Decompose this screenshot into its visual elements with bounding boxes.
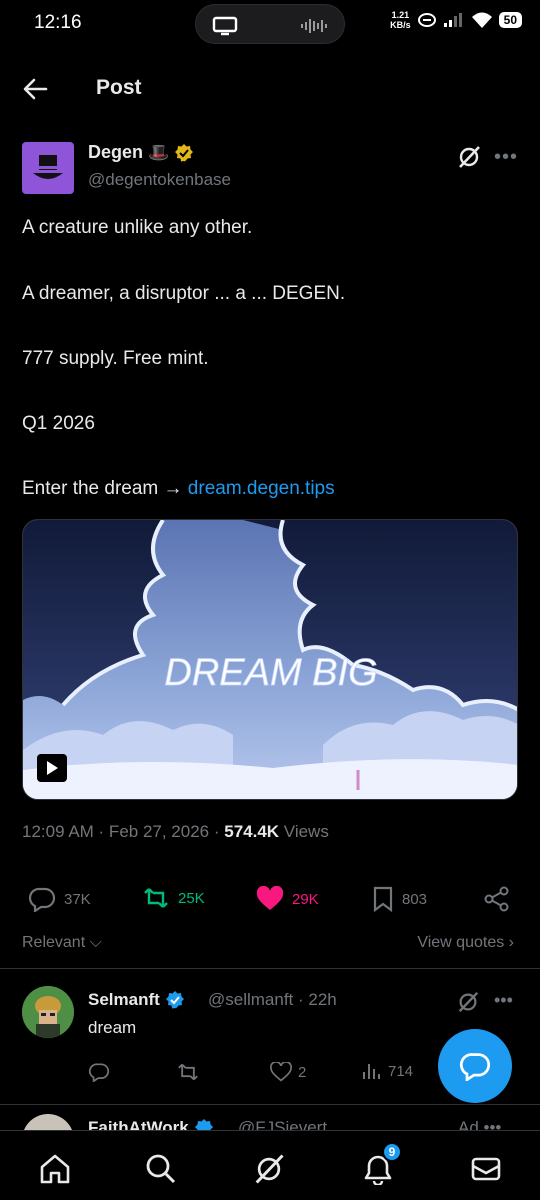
author-name[interactable]: Degen 🎩 [88, 142, 194, 163]
reply-count: 37K [64, 890, 91, 908]
reply-bubble-icon [459, 1053, 491, 1081]
divider [0, 1104, 540, 1105]
repost-button[interactable]: 25K [142, 886, 205, 910]
sort-label: Relevant [22, 934, 86, 951]
like-button[interactable]: 29K [256, 886, 319, 912]
arrow-left-icon[interactable] [20, 74, 50, 104]
sort-relevant-dropdown[interactable]: Relevant ⌵ [22, 934, 102, 952]
reply-text: dream [88, 1018, 137, 1037]
reply-name-text: Selmanft [88, 990, 160, 1009]
divider [0, 968, 540, 969]
share-icon [484, 886, 509, 912]
author-handle[interactable]: @degentokenbase [88, 170, 231, 190]
dream-big-image: DREAM BIG [23, 520, 517, 799]
reply-views-button[interactable]: 714 [362, 1062, 413, 1080]
chevron-down-icon: ⌵ [85, 934, 102, 951]
signal-icon [443, 13, 462, 27]
reply-icon [88, 1063, 110, 1082]
speed-unit: KB/s [390, 20, 411, 30]
reply-handle[interactable]: @sellmanft · 22h [208, 990, 337, 1010]
bottom-nav [0, 1130, 540, 1200]
chevron-right-icon: › [504, 934, 514, 951]
views-chart-icon [363, 1064, 380, 1079]
reply-reply-button[interactable] [88, 1062, 110, 1082]
status-bar: 12:16 1.21 KB/s 50 [0, 0, 540, 48]
reply-icon [28, 887, 56, 912]
view-quotes-label: View quotes [417, 934, 505, 951]
post-actions: 37K 25K 29K 803 [0, 880, 540, 920]
status-icons: 1.21 KB/s 50 [390, 10, 522, 30]
post-line-3: 777 supply. Free mint. [22, 348, 209, 369]
post-line-1: A creature unlike any other. [22, 217, 253, 238]
reply-repost-button[interactable] [176, 1062, 200, 1082]
verified-gold-icon [175, 143, 194, 161]
bookmark-count: 803 [402, 890, 428, 908]
grok-icon[interactable] [456, 144, 482, 170]
views-label: Views [279, 822, 329, 841]
page-title: Post [96, 76, 142, 99]
reply-like-count: 2 [298, 1063, 307, 1081]
notifications-badge: 9 [382, 1142, 402, 1162]
compose-reply-button[interactable] [438, 1029, 512, 1103]
heart-filled-icon [256, 886, 284, 910]
battery-indicator: 50 [498, 12, 522, 28]
home-icon [40, 1154, 70, 1184]
share-button[interactable] [484, 886, 510, 912]
post-header: Post [0, 66, 540, 112]
author-avatar[interactable] [22, 142, 74, 194]
wifi-icon [471, 12, 492, 28]
search-icon [146, 1154, 176, 1184]
heart-icon [270, 1062, 292, 1082]
nav-search[interactable] [143, 1151, 179, 1187]
reply-views-count: 714 [388, 1062, 414, 1080]
views-count: 574.4K [224, 822, 280, 841]
reply-avatar-image [22, 986, 74, 1038]
more-options-icon[interactable]: ••• [494, 146, 518, 169]
status-time: 12:16 [34, 12, 82, 33]
nav-grok[interactable] [251, 1151, 287, 1187]
nav-home[interactable] [37, 1151, 73, 1187]
post-meta: 12:09 AM · Feb 27, 2026 · 574.4K Views [22, 822, 329, 842]
reply-author-name[interactable]: Selmanft [88, 990, 185, 1010]
reply-avatar[interactable] [22, 986, 74, 1038]
post-link[interactable]: dream.degen.tips [188, 478, 335, 499]
post-timestamp: 12:09 AM · Feb 27, 2026 · [22, 822, 225, 841]
audio-wave-icon [301, 19, 327, 33]
monitor-icon [212, 16, 238, 36]
grok-icon[interactable] [456, 990, 480, 1014]
post-line-2: A dreamer, a disruptor ... a ... DEGEN. [22, 283, 346, 304]
bookmark-button[interactable]: 803 [372, 886, 427, 912]
media-overlay-text: DREAM BIG [164, 652, 377, 694]
verified-blue-icon [165, 991, 184, 1009]
post-line-5: Enter the dream → dream.degen.tips [22, 478, 335, 500]
repost-icon [178, 1063, 198, 1081]
top-hat-icon [33, 155, 63, 179]
reply-more-options-icon[interactable]: ••• [494, 990, 513, 1011]
post-line-5-prefix: Enter the dream → [22, 478, 188, 499]
bookmark-icon [373, 886, 393, 912]
link-icon [417, 13, 436, 27]
messages-icon [471, 1157, 501, 1181]
like-count: 29K [292, 890, 319, 908]
view-quotes-link[interactable]: View quotes › [417, 934, 514, 952]
play-icon[interactable] [37, 754, 67, 782]
grok-icon [255, 1154, 284, 1184]
repost-icon [144, 888, 168, 908]
nav-messages[interactable] [468, 1151, 504, 1187]
author-name-text: Degen [88, 142, 144, 162]
post-media-video[interactable]: DREAM BIG [22, 519, 518, 800]
speed-value: 1.21 [391, 10, 410, 20]
post-line-4: Q1 2026 [22, 413, 95, 434]
dynamic-island [195, 4, 345, 44]
reply-button[interactable]: 37K [28, 886, 91, 912]
network-speed: 1.21 KB/s [390, 10, 411, 30]
repost-count: 25K [178, 889, 205, 907]
reply-like-button[interactable]: 2 [270, 1062, 306, 1082]
top-hat-emoji-icon: 🎩 [148, 142, 170, 162]
